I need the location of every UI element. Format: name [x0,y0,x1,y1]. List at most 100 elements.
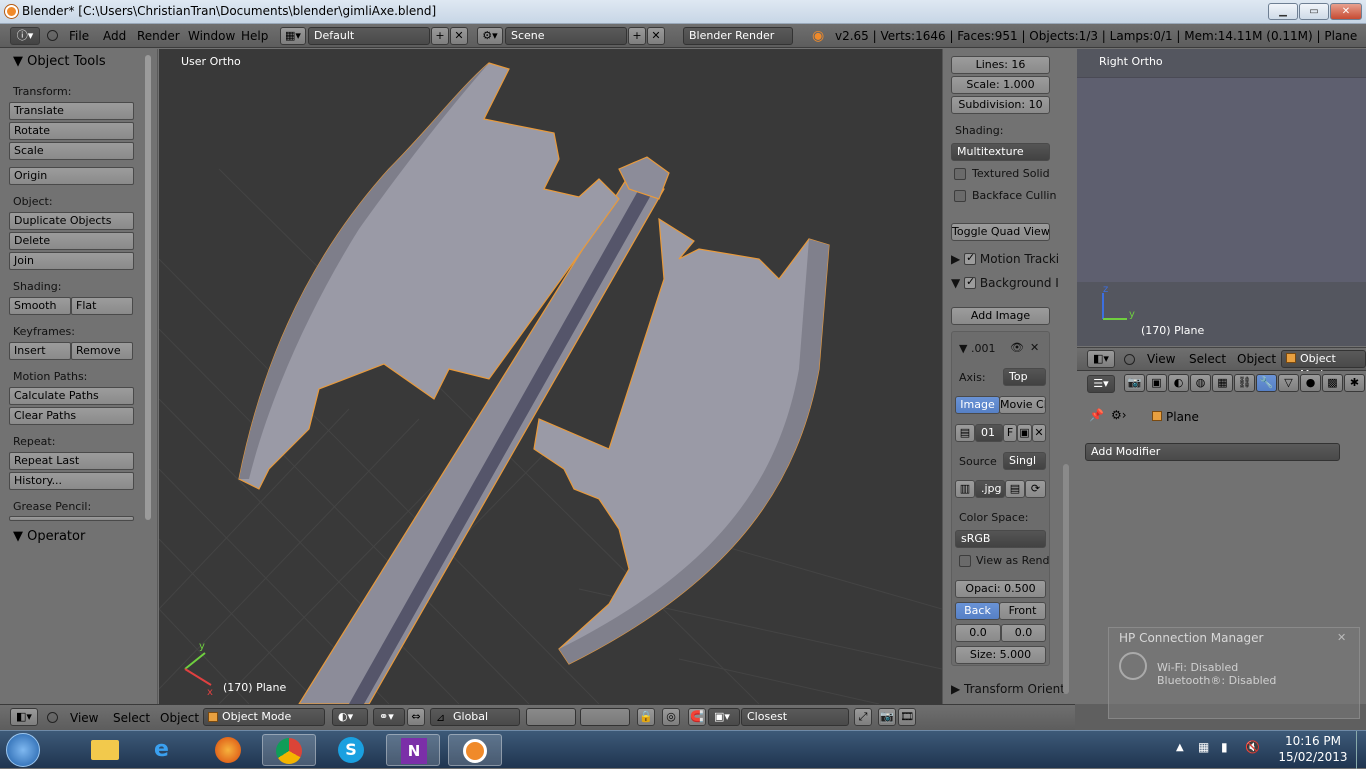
viewport-menu-object[interactable]: Object [160,711,199,725]
grease-pencil-buttons-clipped[interactable] [9,516,134,521]
motion-tracking-section[interactable]: ▶ Motion Tracki [951,251,1064,273]
render-engine-select[interactable]: Blender Render [683,27,793,45]
pin-icon[interactable]: 📌 [1089,408,1104,422]
snap-element-select[interactable]: ▣▾ [708,708,740,726]
screen-layout-icon[interactable]: ▦▾ [280,27,306,45]
delete-button[interactable]: Delete [9,232,134,250]
scene-tab-icon[interactable]: ◐ [1168,374,1189,392]
file-browse-icon[interactable]: ▤ [1005,480,1025,498]
clock-date[interactable]: 15/02/2013 [1278,750,1348,764]
history-button[interactable]: History... [9,472,134,490]
object-tab-icon[interactable]: ▦ [1212,374,1233,392]
notification-close-icon[interactable]: ✕ [1337,631,1346,644]
modifiers-tab-icon[interactable]: 🔧 [1256,374,1277,392]
menu-file[interactable]: File [69,29,89,43]
chrome-taskbar-icon[interactable] [262,734,316,766]
motion-tracking-checkbox[interactable] [964,251,977,265]
snap-toggle-icon[interactable]: 🧲 [688,708,706,726]
axis-select[interactable]: Top [1003,368,1046,386]
texture-tab-icon[interactable]: ▩ [1322,374,1343,392]
toggle-quad-view-button[interactable]: Toggle Quad View [951,223,1050,241]
front-button[interactable]: Front [999,602,1046,620]
clear-paths-button[interactable]: Clear Paths [9,407,134,425]
render-opengl-icon[interactable]: 📷 [878,708,896,726]
close-window-button[interactable]: ✕ [1330,3,1362,20]
interaction-mode-select[interactable]: Object Mode [203,708,325,726]
back-button[interactable]: Back [955,602,1000,620]
volume-muted-icon[interactable]: 🔇 [1245,740,1260,754]
background-images-checkbox[interactable] [964,275,977,289]
reload-image-icon[interactable]: ⟳ [1025,480,1046,498]
right-menu-select[interactable]: Select [1189,352,1226,366]
show-hidden-icons[interactable]: ▲ [1176,742,1184,753]
grid-scale-field[interactable]: Scale: 1.000 [951,76,1050,94]
onenote-taskbar-icon[interactable]: N [386,734,440,766]
duplicate-objects-button[interactable]: Duplicate Objects [9,212,134,230]
network-icon[interactable]: ▮ [1221,740,1228,754]
menu-window[interactable]: Window [188,29,235,43]
menu-render[interactable]: Render [137,29,180,43]
tab-movie-clip[interactable]: Movie Cli [999,396,1046,414]
skype-taskbar-icon[interactable]: S [324,734,378,766]
rotate-button[interactable]: Rotate [9,122,134,140]
scale-button[interactable]: Scale [9,142,134,160]
add-modifier-button[interactable]: Add Modifier [1085,443,1340,461]
ie-taskbar-icon[interactable]: e [140,734,194,766]
add-image-button[interactable]: Add Image [951,307,1050,325]
delete-screen-icon[interactable]: ✕ [450,27,468,45]
snap-align-icon[interactable]: ⤢ [854,708,872,726]
particles-tab-icon[interactable]: ✱ [1344,374,1365,392]
image-slot-header[interactable]: ▼ .001 [959,342,995,355]
minimize-button[interactable]: ▁ [1268,3,1298,20]
data-tab-icon[interactable]: ▽ [1278,374,1299,392]
right-menu-object[interactable]: Object [1237,352,1276,366]
menu-add[interactable]: Add [103,29,126,43]
background-images-section[interactable]: ▼ Background I [951,275,1064,297]
show-desktop-button[interactable] [1356,731,1366,769]
layers-group-2[interactable] [580,708,630,726]
shading-mode-select[interactable]: Multitexture [951,143,1050,161]
grid-lines-field[interactable]: Lines: 16 [951,56,1050,74]
transform-orientations-section[interactable]: ▶ Transform Orient [951,682,1071,704]
remove-image-icon[interactable]: ✕ [1030,341,1039,354]
collapse-header-icon[interactable] [1124,354,1135,365]
maximize-button[interactable]: ▭ [1299,3,1329,20]
explorer-taskbar-icon[interactable] [78,734,132,766]
render-tab-icon[interactable]: 📷 [1124,374,1145,392]
offset-y-field[interactable]: 0.0 [1001,624,1046,642]
image-file-icon[interactable]: ▥ [955,480,975,498]
snap-target-select[interactable]: Closest [741,708,849,726]
proportional-edit-icon[interactable]: ◎ [662,708,680,726]
editor-type-3d-icon[interactable]: ◧▾ [1087,350,1115,368]
menu-help[interactable]: Help [241,29,268,43]
calculate-paths-button[interactable]: Calculate Paths [9,387,134,405]
editor-type-viewport-icon[interactable]: ◧▾ [10,708,38,726]
world-tab-icon[interactable]: ◍ [1190,374,1211,392]
size-field[interactable]: Size: 5.000 [955,646,1046,664]
add-scene-icon[interactable]: + [628,27,646,45]
offset-x-field[interactable]: 0.0 [955,624,1001,642]
editor-type-properties-icon[interactable]: ☰▾ [1087,375,1115,393]
material-tab-icon[interactable]: ● [1300,374,1321,392]
image-fake-user-button[interactable]: F [1003,424,1017,442]
properties-scrollbar[interactable] [1063,464,1069,694]
image-unlink-icon[interactable]: ✕ [1032,424,1046,442]
layer-lock-icon[interactable]: 🔒 [637,708,655,726]
view-as-render-checkbox[interactable] [959,555,971,567]
tool-shelf-scrollbar[interactable] [145,55,151,520]
collapse-viewport-header-icon[interactable] [47,712,58,723]
viewport-menu-select[interactable]: Select [113,711,150,725]
scene-icon[interactable]: ⚙▾ [477,27,503,45]
origin-button[interactable]: Origin [9,167,134,185]
image-browse-icon[interactable]: ▤ [955,424,975,442]
source-select[interactable]: Singl [1003,452,1046,470]
image-new-icon[interactable]: ▣ [1017,424,1032,442]
layers-group-1[interactable] [526,708,576,726]
scene-field[interactable]: Scene [505,27,627,45]
collapse-menu-icon[interactable] [47,30,58,41]
image-name-field[interactable]: 01 [975,424,1003,442]
grid-subdivision-field[interactable]: Subdivision: 10 [951,96,1050,114]
viewport-shading-select[interactable]: ◐▾ [332,708,368,726]
repeat-last-button[interactable]: Repeat Last [9,452,134,470]
textured-solid-checkbox[interactable] [954,168,966,180]
